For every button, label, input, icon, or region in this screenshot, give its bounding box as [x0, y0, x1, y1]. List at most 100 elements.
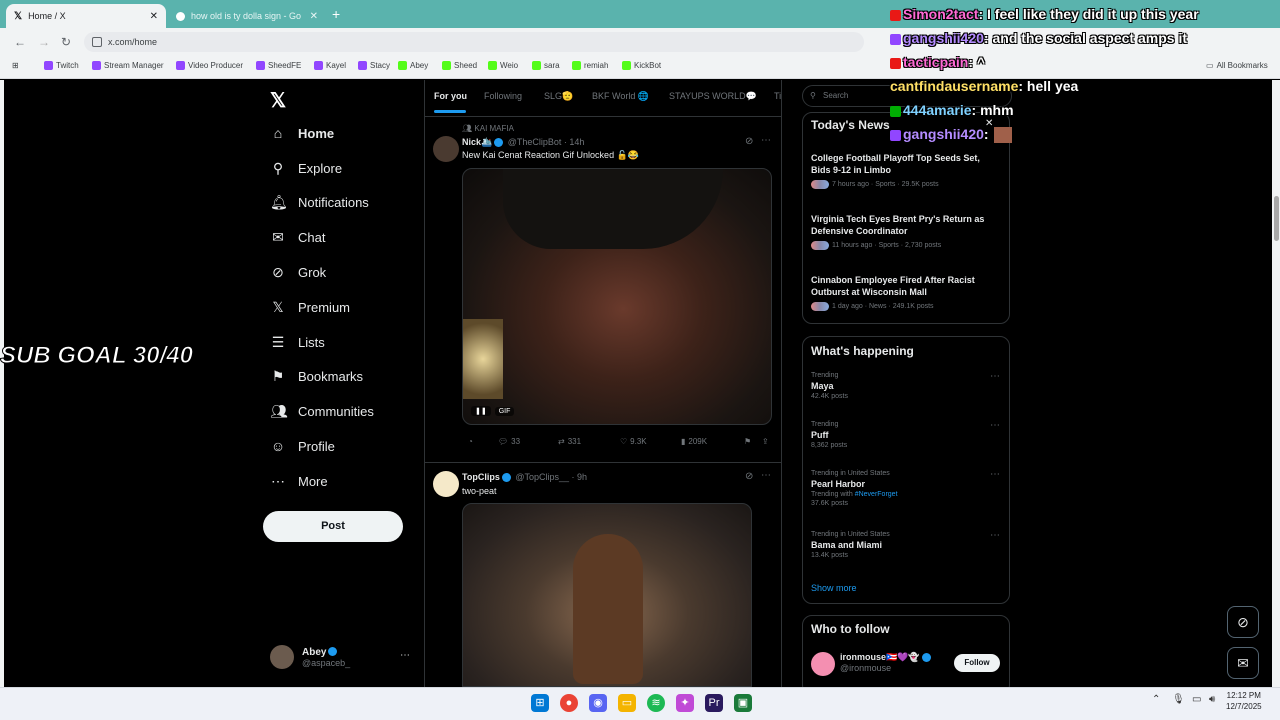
reply-button[interactable]: 💬︎ 33 — [498, 437, 520, 446]
sidebar-item-home[interactable]: ⌂ Home — [270, 125, 334, 141]
microphone-icon[interactable]: 🎙︎ — [1172, 694, 1185, 705]
bookmark-icon[interactable]: ⚑ — [744, 437, 751, 446]
bookmark-abey[interactable]: Abey — [398, 61, 428, 70]
bookmark-stacy[interactable]: Stacy — [358, 61, 390, 70]
post-more-icon[interactable]: ⋯ — [761, 135, 771, 146]
avatar[interactable] — [811, 652, 835, 676]
trend-item[interactable]: Trending Maya 42.4K posts — [811, 372, 1001, 400]
avatar[interactable] — [433, 471, 459, 497]
show-more-link[interactable]: Show more — [811, 583, 857, 593]
trend-item[interactable]: Trending Puff 8,362 posts — [811, 421, 1001, 449]
apps-grid-icon[interactable]: ⊞ — [12, 61, 19, 70]
news-item[interactable]: College Football Playoff Top Seeds Set, … — [811, 152, 1001, 189]
post-author-name[interactable]: TopClips — [462, 472, 500, 482]
x-logo-icon[interactable]: 𝕏 — [270, 88, 286, 113]
sidebar-item-notifications[interactable]: 🔔︎ Notifications — [270, 194, 369, 211]
tray-chevron-icon[interactable]: ⌃ — [1152, 694, 1160, 705]
news-item[interactable]: Cinnabon Employee Fired After Racist Out… — [811, 274, 1001, 311]
chrome-icon[interactable]: ● — [560, 694, 578, 712]
sidebar-item-chat[interactable]: ✉ Chat — [270, 229, 325, 246]
news-item[interactable]: Virginia Tech Eyes Brent Pry's Return as… — [811, 213, 1001, 250]
account-more-icon[interactable]: ⋯ — [400, 650, 410, 661]
pause-icon[interactable]: ❚❚ — [471, 406, 491, 416]
back-icon[interactable]: ← — [14, 35, 26, 49]
network-icon[interactable]: ▭ — [1192, 694, 1201, 705]
trend-item[interactable]: Trending in United States Bama and Miami… — [811, 531, 1001, 559]
trend-more-icon[interactable]: ⋯ — [990, 371, 1000, 382]
scrollbar[interactable] — [1272, 80, 1280, 687]
avatar[interactable] — [433, 136, 459, 162]
close-tab-icon[interactable]: ✕ — [310, 11, 318, 22]
close-tab-icon[interactable]: ✕ — [150, 11, 158, 22]
follow-suggestion[interactable]: ironmouse🇵🇷💜👻 @ironmouse — [840, 652, 933, 673]
volume-icon[interactable]: 🔊︎ — [1209, 694, 1215, 705]
post-more-icon[interactable]: ⋯ — [761, 470, 771, 481]
bookmark-video-producer[interactable]: Video Producer — [176, 61, 243, 70]
new-tab-icon[interactable]: + — [332, 6, 340, 22]
clock[interactable]: 12:12 PM 12/7/2025 — [1226, 690, 1262, 712]
tab-for-you[interactable]: For you — [434, 91, 467, 101]
sidebar-item-explore[interactable]: ⚲ Explore — [270, 160, 342, 177]
grok-icon[interactable]: ⊘ — [745, 471, 753, 482]
sidebar-item-bookmarks[interactable]: ⚑ Bookmarks — [270, 368, 363, 385]
app-icon[interactable]: ✦ — [676, 694, 694, 712]
sidebar-item-lists[interactable]: ☰ Lists — [270, 334, 325, 351]
site-info-icon[interactable] — [92, 37, 102, 47]
tab-stayups-world[interactable]: STAYUPS WORLD💬 — [669, 91, 757, 102]
file-explorer-icon[interactable]: ▭ — [618, 694, 636, 712]
chat-message: cantfindausername: hell yea — [890, 78, 1079, 94]
follow-button[interactable]: Follow — [954, 654, 1000, 672]
sidebar-item-communities[interactable]: 👥︎ Communities — [270, 403, 374, 420]
bookmark-twitch[interactable]: Twitch — [44, 61, 79, 70]
post-gif[interactable]: ❚❚ GIF — [462, 168, 772, 425]
bookmark-sheedfe[interactable]: SheedFE — [256, 61, 301, 70]
sidebar-item-profile[interactable]: ☺ Profile — [270, 438, 335, 454]
trend-more-icon[interactable]: ⋯ — [990, 420, 1000, 431]
tab-bkf-world[interactable]: BKF World 🌐 — [592, 91, 649, 102]
spotify-icon[interactable]: ≋ — [647, 694, 665, 712]
post-video[interactable] — [462, 503, 752, 687]
all-bookmarks[interactable]: ▭ All Bookmarks — [1206, 61, 1268, 70]
premiere-pro-icon[interactable]: Pr — [705, 694, 723, 712]
bookmark-weio[interactable]: Weio — [488, 61, 518, 70]
trend-more-icon[interactable]: ⋯ — [990, 469, 1000, 480]
timeline-tabs: For you Following SLG🫡 BKF World 🌐 STAYU… — [424, 88, 782, 114]
share-icon[interactable]: ⇪ — [762, 437, 769, 446]
repost-button[interactable]: ⇄ 331 — [558, 437, 581, 446]
post-author-handle[interactable]: @TheClipBot · 14h — [508, 137, 585, 147]
views-button[interactable]: ▮ 209K — [681, 437, 707, 446]
tab-following[interactable]: Following — [484, 91, 522, 101]
trend-more-icon[interactable]: ⋯ — [990, 530, 1000, 541]
sidebar-item-more[interactable]: ⋯ More — [270, 473, 328, 490]
scrollbar-thumb[interactable] — [1274, 196, 1279, 241]
bookmark-kayel[interactable]: Kayel — [314, 61, 346, 70]
sidebar-item-grok[interactable]: ⊘ Grok — [270, 264, 326, 281]
tab-google-search[interactable]: how old is ty dolla sign - Goog ✕ — [168, 4, 326, 28]
bookmark-remiah[interactable]: remiah — [572, 61, 608, 70]
trend-item[interactable]: Trending in United States Pearl Harbor T… — [811, 470, 1001, 507]
bookmark-kickbot[interactable]: KickBot — [622, 61, 661, 70]
tab-slg[interactable]: SLG🫡 — [544, 91, 573, 102]
messages-float-icon[interactable]: ✉ — [1227, 647, 1259, 679]
like-button[interactable]: ♡ 9.3K — [620, 437, 647, 446]
post-author-handle[interactable]: @TopClips__ · 9h — [515, 472, 587, 482]
account-switcher[interactable]: Abey @aspaceb_ — [270, 645, 350, 669]
post-button[interactable]: Post — [263, 511, 403, 542]
reload-icon[interactable]: ↻ — [61, 35, 71, 49]
bookmark-stream-manager[interactable]: Stream Manager — [92, 61, 164, 70]
app-icon[interactable]: ▣ — [734, 694, 752, 712]
bookmark-sheed[interactable]: Sheed — [442, 61, 477, 70]
tab-truncated[interactable]: Ti — [774, 91, 782, 101]
bookmark-sara[interactable]: sara — [532, 61, 560, 70]
chat-message: gangshii420: and the social aspect amps … — [890, 30, 1187, 46]
grok-analyze-icon[interactable]: ◔ — [468, 437, 473, 446]
grok-icon[interactable]: ⊘ — [745, 136, 753, 147]
address-bar[interactable]: x.com/home — [84, 32, 864, 52]
forward-icon[interactable]: → — [38, 35, 50, 49]
grok-float-icon[interactable]: ⊘ — [1227, 606, 1259, 638]
discord-icon[interactable]: ◉ — [589, 694, 607, 712]
sidebar-item-premium[interactable]: 𝕏 Premium — [270, 299, 350, 316]
post-author-name[interactable]: Nick🛳️ — [462, 137, 492, 147]
start-icon[interactable]: ⊞ — [531, 694, 549, 712]
tab-home-x[interactable]: 𝕏 Home / X ✕ — [6, 4, 166, 28]
